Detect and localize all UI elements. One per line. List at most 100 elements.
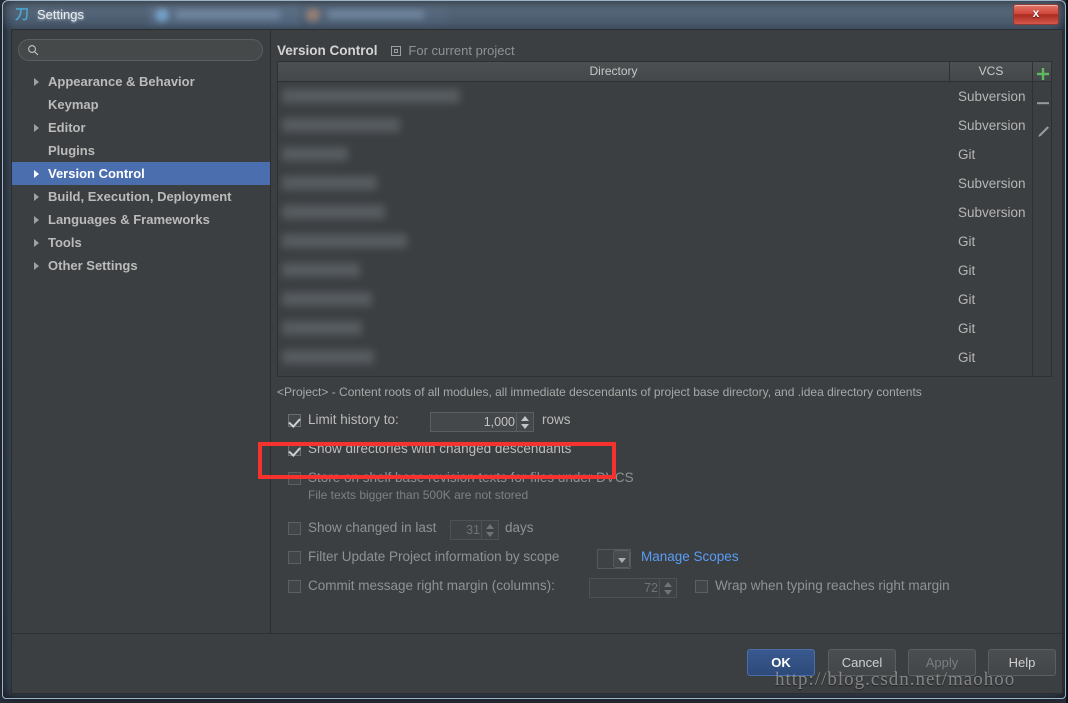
wrap-typing-checkbox[interactable] xyxy=(695,580,708,593)
vcs-cell: Git xyxy=(958,292,976,307)
stepper-down-icon[interactable] xyxy=(664,590,672,595)
sidebar-item-other-settings[interactable]: Other Settings xyxy=(12,254,270,277)
option-show-directories: Show directories with changed descendant… xyxy=(277,437,1057,466)
dialog-footer: OK Cancel Apply Help xyxy=(12,633,1062,693)
limit-history-stepper[interactable]: 1,000 xyxy=(430,412,534,432)
store-on-shelf-note: File texts bigger than 500K are not stor… xyxy=(308,488,529,502)
commit-margin-checkbox[interactable] xyxy=(288,580,301,593)
sidebar-item-keymap[interactable]: Keymap xyxy=(12,93,270,116)
stepper-up-icon[interactable] xyxy=(486,524,494,529)
search-box[interactable] xyxy=(18,39,263,61)
limit-history-checkbox[interactable] xyxy=(288,414,301,427)
limit-history-suffix: rows xyxy=(542,412,571,427)
chevron-right-icon[interactable] xyxy=(34,193,39,201)
intellij-idea-icon: 刀 xyxy=(15,7,29,23)
sidebar-item-label: Tools xyxy=(48,235,82,250)
limit-history-stepper-arrows[interactable] xyxy=(516,413,533,431)
directory-path-redacted xyxy=(282,176,377,190)
sidebar-item-build-execution-deployment[interactable]: Build, Execution, Deployment xyxy=(12,185,270,208)
stepper-down-icon[interactable] xyxy=(521,424,529,429)
window-title: Settings xyxy=(37,7,84,22)
vcs-cell: Subversion xyxy=(958,176,1026,191)
filter-scope-checkbox[interactable] xyxy=(288,551,301,564)
chevron-right-icon[interactable] xyxy=(34,262,39,270)
table-row[interactable]: Git xyxy=(278,256,1051,285)
help-button[interactable]: Help xyxy=(988,649,1056,676)
table-row[interactable]: Git xyxy=(278,140,1051,169)
commit-margin-stepper-arrows[interactable] xyxy=(659,579,676,597)
option-filter-by-scope: Filter Update Project information by sco… xyxy=(277,545,1057,574)
sidebar-item-plugins[interactable]: Plugins xyxy=(12,139,270,162)
sidebar-item-languages-frameworks[interactable]: Languages & Frameworks xyxy=(12,208,270,231)
sidebar-item-tools[interactable]: Tools xyxy=(12,231,270,254)
chevron-down-icon[interactable] xyxy=(613,550,630,568)
search-input[interactable] xyxy=(45,42,255,61)
scope-select[interactable] xyxy=(597,549,631,569)
sidebar-item-version-control[interactable]: Version Control xyxy=(12,162,270,185)
table-body: Subversion Subversion Git Subversion Subvers… xyxy=(278,82,1051,376)
commit-margin-stepper[interactable]: 72 xyxy=(589,578,677,598)
pencil-icon[interactable] xyxy=(1035,124,1051,140)
vcs-cell: Git xyxy=(958,321,976,336)
sidebar-item-label: Build, Execution, Deployment xyxy=(48,189,232,204)
option-store-on-shelf: Store on shelf base revision texts for f… xyxy=(277,466,1057,486)
column-header-directory[interactable]: Directory xyxy=(278,62,950,81)
manage-scopes-link[interactable]: Manage Scopes xyxy=(641,549,739,564)
chevron-right-icon[interactable] xyxy=(34,124,39,132)
ok-button[interactable]: OK xyxy=(747,649,815,676)
vcs-directory-table: Directory VCS Subversion Subversion Git Sub… xyxy=(277,61,1052,377)
table-row[interactable]: Subversion xyxy=(278,82,1051,111)
show-changed-label: Show changed in last xyxy=(308,520,437,535)
limit-history-value: 1,000 xyxy=(483,415,515,429)
directory-path-redacted xyxy=(282,89,460,103)
sidebar-item-label: Keymap xyxy=(48,97,99,112)
sidebar-item-label: Languages & Frameworks xyxy=(48,212,210,227)
table-row[interactable]: Subversion xyxy=(278,198,1051,227)
table-toolbar xyxy=(1032,62,1052,376)
settings-category-tree: Appearance & Behavior Keymap Editor Plugins… xyxy=(12,70,270,277)
filter-scope-label: Filter Update Project information by sco… xyxy=(308,549,560,564)
directory-path-redacted xyxy=(282,147,348,161)
sidebar-item-label: Version Control xyxy=(48,166,145,181)
chevron-right-icon[interactable] xyxy=(34,216,39,224)
show-changed-suffix: days xyxy=(505,520,534,535)
sidebar-item-appearance-behavior[interactable]: Appearance & Behavior xyxy=(12,70,270,93)
chevron-right-icon[interactable] xyxy=(34,78,39,86)
sidebar-item-label: Appearance & Behavior xyxy=(48,74,195,89)
table-row[interactable]: Subversion xyxy=(278,111,1051,140)
chevron-right-icon[interactable] xyxy=(34,239,39,247)
wrap-typing-label: Wrap when typing reaches right margin xyxy=(715,578,950,593)
table-row[interactable]: Git xyxy=(278,343,1051,372)
show-changed-stepper[interactable]: 31 xyxy=(450,520,499,540)
directory-path-redacted xyxy=(282,234,407,248)
table-header: Directory VCS xyxy=(278,62,1051,82)
stepper-up-icon[interactable] xyxy=(664,582,672,587)
chevron-right-icon[interactable] xyxy=(34,170,39,178)
table-row[interactable]: Git xyxy=(278,227,1051,256)
store-on-shelf-note-row: File texts bigger than 500K are not stor… xyxy=(277,486,1057,516)
show-directories-checkbox[interactable] xyxy=(288,443,301,456)
sidebar-item-label: Plugins xyxy=(48,143,95,158)
plus-icon[interactable] xyxy=(1035,66,1051,82)
settings-window: 刀 Settings x Appearance & Behavior Keymap… xyxy=(2,0,1066,699)
cancel-button[interactable]: Cancel xyxy=(828,649,896,676)
stepper-up-icon[interactable] xyxy=(521,416,529,421)
table-row[interactable]: Subversion xyxy=(278,169,1051,198)
table-row[interactable]: Git xyxy=(278,285,1051,314)
vcs-cell: Subversion xyxy=(958,89,1026,104)
show-changed-stepper-arrows[interactable] xyxy=(481,521,498,539)
directory-path-redacted xyxy=(282,321,362,335)
column-header-vcs[interactable]: VCS xyxy=(950,62,1032,81)
option-show-changed-in-last: Show changed in last 31 days xyxy=(277,516,1057,545)
store-on-shelf-checkbox[interactable] xyxy=(288,472,301,485)
vcs-cell: Git xyxy=(958,147,976,162)
minus-icon[interactable] xyxy=(1035,95,1051,111)
search-icon xyxy=(28,45,39,56)
show-changed-checkbox[interactable] xyxy=(288,522,301,535)
stepper-down-icon[interactable] xyxy=(486,532,494,537)
commit-margin-label: Commit message right margin (columns): xyxy=(308,578,555,593)
sidebar-item-editor[interactable]: Editor xyxy=(12,116,270,139)
title-bar[interactable]: 刀 Settings x xyxy=(3,1,1065,29)
table-row[interactable]: Git xyxy=(278,314,1051,343)
close-button[interactable]: x xyxy=(1013,4,1059,25)
